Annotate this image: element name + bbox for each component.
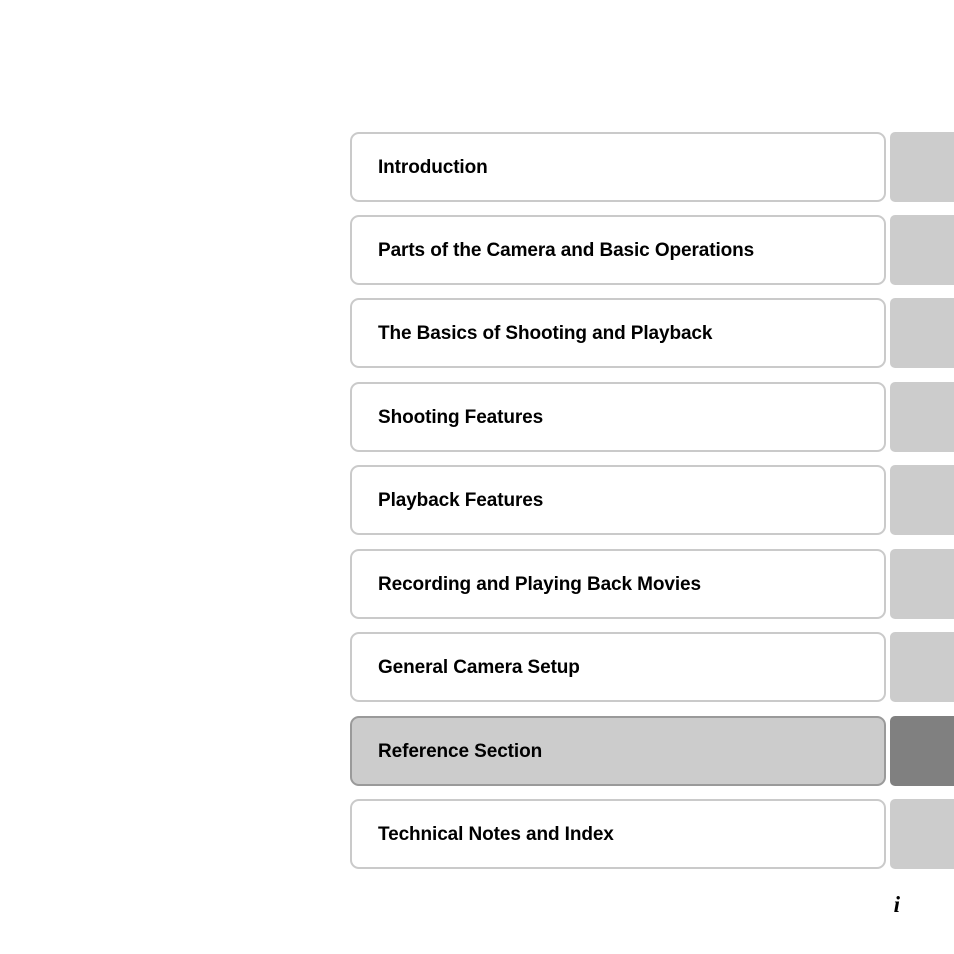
section-thumb-tab (890, 465, 954, 535)
section-title: Introduction (378, 156, 488, 178)
section-label-plate[interactable]: Shooting Features (350, 382, 886, 452)
section-label-plate[interactable]: General Camera Setup (350, 632, 886, 702)
section-index-item[interactable]: Playback Features (350, 465, 954, 535)
section-thumb-tab (890, 215, 954, 285)
section-title: Parts of the Camera and Basic Operations (378, 239, 755, 261)
section-index-item[interactable]: Shooting Features (350, 382, 954, 452)
section-index-item[interactable]: Parts of the Camera and Basic Operations (350, 215, 954, 285)
section-index-item[interactable]: Recording and Playing Back Movies (350, 549, 954, 619)
document-page: Introduction Parts of the Camera and Bas… (0, 0, 954, 954)
section-index-item[interactable]: Introduction (350, 132, 954, 202)
section-index-item[interactable]: The Basics of Shooting and Playback (350, 298, 954, 368)
section-label-plate[interactable]: Technical Notes and Index (350, 799, 886, 869)
section-label-plate[interactable]: Reference Section (350, 716, 886, 786)
section-label-plate[interactable]: Recording and Playing Back Movies (350, 549, 886, 619)
section-title: General Camera Setup (378, 656, 580, 678)
section-label-plate[interactable]: Parts of the Camera and Basic Operations (350, 215, 886, 285)
section-title: Recording and Playing Back Movies (378, 573, 701, 595)
section-label-plate[interactable]: Introduction (350, 132, 886, 202)
section-thumb-tab (890, 549, 954, 619)
section-thumb-tab-current (890, 716, 954, 786)
section-index-item[interactable]: General Camera Setup (350, 632, 954, 702)
section-thumb-tab (890, 632, 954, 702)
section-index-item[interactable]: Technical Notes and Index (350, 799, 954, 869)
section-thumb-tab (890, 382, 954, 452)
section-title: Technical Notes and Index (378, 823, 614, 845)
section-index-item-current[interactable]: Reference Section (350, 716, 954, 786)
section-label-plate[interactable]: Playback Features (350, 465, 886, 535)
section-title: Shooting Features (378, 406, 544, 428)
section-title: Playback Features (378, 489, 544, 511)
section-thumb-tab (890, 132, 954, 202)
page-folio: i (893, 892, 900, 917)
section-title: Reference Section (378, 740, 543, 762)
section-thumb-tab (890, 298, 954, 368)
section-label-plate[interactable]: The Basics of Shooting and Playback (350, 298, 886, 368)
section-thumb-tab (890, 799, 954, 869)
section-index-list: Introduction Parts of the Camera and Bas… (0, 0, 954, 954)
section-title: The Basics of Shooting and Playback (378, 322, 713, 344)
